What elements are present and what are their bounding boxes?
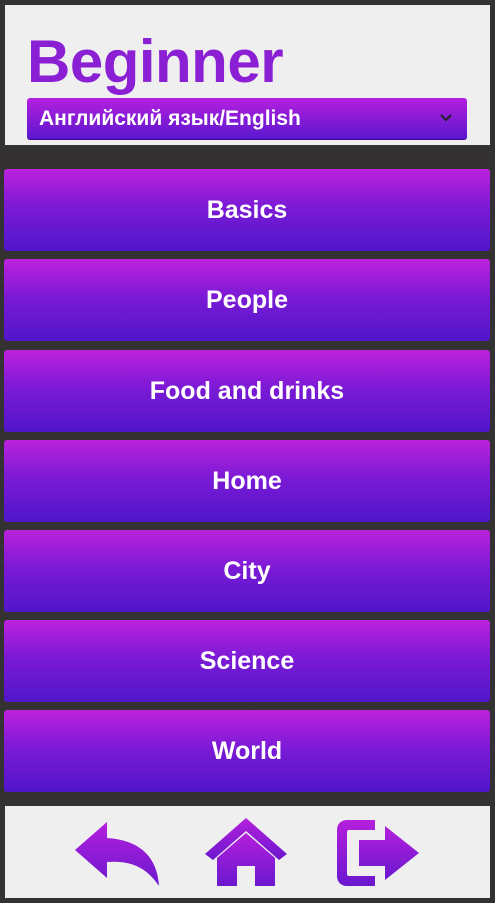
category-label: World [211,736,283,765]
header-panel: Beginner Английский язык/English [5,5,490,145]
category-button-food-and-drinks[interactable]: Food and drinks [4,350,490,432]
category-button-people[interactable]: People [4,259,490,341]
home-icon[interactable] [203,816,289,888]
language-select[interactable]: Английский язык/English [27,98,467,140]
bottom-nav-bar [5,806,490,898]
category-button-basics[interactable]: Basics [4,169,490,251]
page-title: Beginner [27,28,284,95]
category-label: Science [199,646,295,675]
category-label: People [206,285,288,314]
category-button-city[interactable]: City [4,530,490,612]
category-label: Food and drinks [149,376,345,405]
category-button-world[interactable]: World [4,710,490,792]
exit-icon[interactable] [335,818,421,888]
category-button-science[interactable]: Science [4,620,490,702]
category-label: City [223,556,271,585]
category-label: Basics [206,195,288,224]
category-label: Home [212,466,282,495]
category-button-home[interactable]: Home [4,440,490,522]
chevron-down-icon [440,114,452,122]
language-select-value: Английский язык/English [39,106,301,130]
back-arrow-icon[interactable] [73,820,161,888]
